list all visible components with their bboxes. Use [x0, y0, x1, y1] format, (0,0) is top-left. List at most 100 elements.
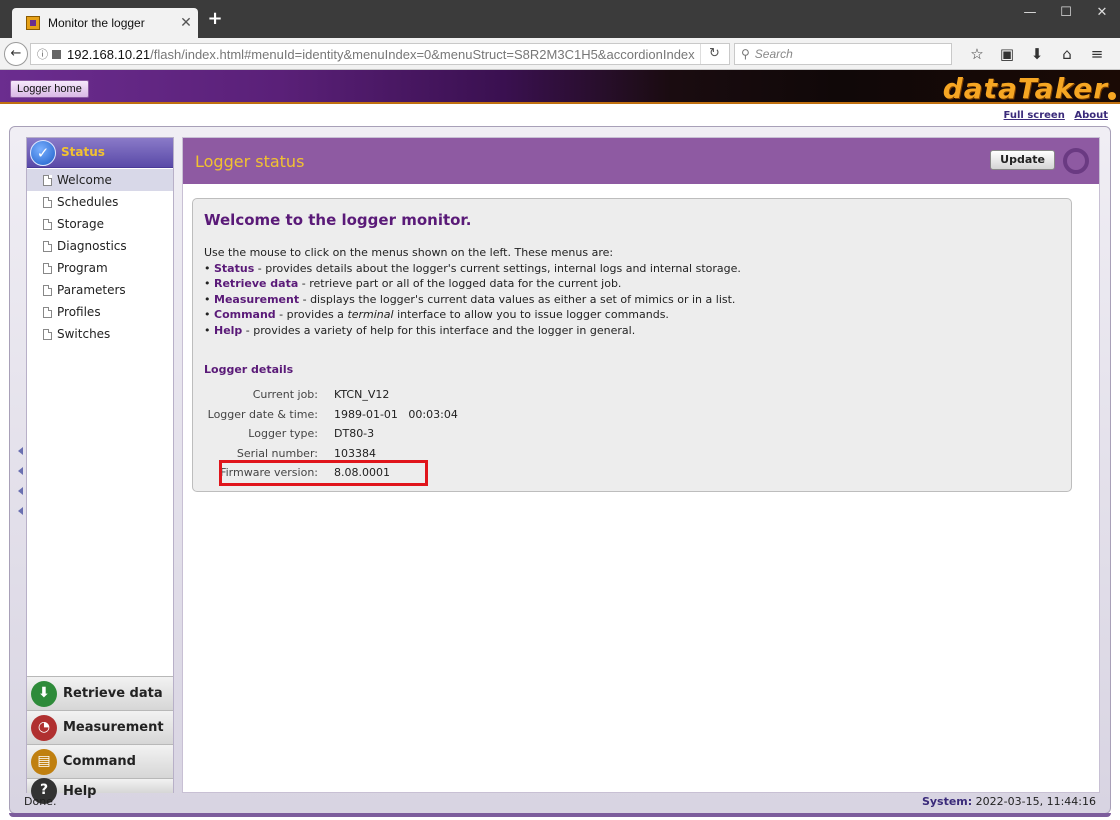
about-link[interactable]: About [1074, 110, 1108, 121]
close-tab-icon[interactable]: ✕ [174, 15, 198, 31]
reload-icon[interactable]: ↻ [700, 44, 728, 64]
menu-description: • Status - provides details about the lo… [204, 261, 741, 275]
browser-tab[interactable]: Monitor the logger ✕ [12, 8, 198, 38]
document-icon [43, 218, 52, 230]
detail-value: 103384 [334, 446, 376, 460]
menu-text: - provides details about the logger's cu… [254, 261, 741, 275]
detail-label: Current job: [252, 388, 318, 402]
sidebar-item-label: Storage [57, 217, 104, 231]
search-input[interactable]: ⚲ Search [734, 43, 952, 65]
activity-indicator-icon [1063, 148, 1089, 174]
close-window-button[interactable]: ✕ [1084, 0, 1120, 28]
back-button[interactable]: ← [4, 42, 28, 66]
collapse-arrow-icon [18, 507, 23, 515]
menu-icon[interactable]: ≡ [1082, 44, 1112, 64]
downloads-icon[interactable]: ⬇ [1022, 44, 1052, 64]
sidebar-item-label: Parameters [57, 283, 126, 297]
bookmark-star-icon[interactable]: ☆ [962, 44, 992, 64]
search-icon: ⚲ [741, 47, 750, 61]
firmware-highlight-box [219, 460, 428, 486]
document-icon [43, 262, 52, 274]
new-tab-button[interactable]: + [206, 10, 224, 28]
menu-text: - provides a variety of help for this in… [242, 323, 636, 337]
document-icon [43, 328, 52, 340]
sidebar-item-label: Welcome [57, 173, 112, 187]
collapse-arrow-icon [18, 487, 23, 495]
minimize-button[interactable]: — [1012, 0, 1048, 28]
checkmark-icon: ✓ [30, 140, 56, 166]
detail-label: Logger type: [248, 427, 318, 441]
accordion-label: Command [63, 754, 136, 769]
intro-text: Use the mouse to click on the menus show… [204, 245, 1064, 339]
status-accordion-header[interactable]: ✓ Status [27, 138, 173, 168]
retrieve-data-accordion[interactable]: ⬇ Retrieve data [27, 676, 173, 710]
welcome-title: Welcome to the logger monitor. [204, 211, 472, 229]
measurement-accordion[interactable]: ◔ Measurement [27, 710, 173, 744]
info-icon[interactable]: ⓘ [37, 46, 48, 62]
sidebar-item-profiles[interactable]: Profiles [27, 301, 173, 323]
menu-emphasis: terminal [347, 308, 394, 322]
menu-text: interface to allow you to issue logger c… [393, 308, 669, 322]
command-accordion[interactable]: ▤ Command [27, 744, 173, 778]
menu-description: • Help - provides a variety of help for … [204, 323, 636, 337]
logger-home-button[interactable]: Logger home [10, 80, 89, 98]
sidebar: ✓ Status Welcome Schedules Storage Diagn… [26, 137, 174, 804]
detail-label: Logger date & time: [207, 407, 318, 421]
menu-text: - provides a [275, 308, 348, 322]
system-time: System: 2022-03-15, 11:44:16 [922, 795, 1096, 808]
update-button[interactable]: Update [990, 150, 1055, 170]
collapse-arrow-icon [18, 447, 23, 455]
sidebar-item-schedules[interactable]: Schedules [27, 191, 173, 213]
document-icon [43, 240, 52, 252]
detail-row-date-time: Logger date & time: 1989-01-01 00:03:04 [204, 405, 458, 425]
logo-mark-icon [1108, 92, 1116, 100]
window-controls: — ☐ ✕ [1012, 0, 1120, 28]
full-screen-link[interactable]: Full screen [1004, 110, 1065, 121]
browser-tab-bar: Monitor the logger ✕ + — ☐ ✕ [0, 0, 1120, 38]
datataker-logo: dataTaker [942, 72, 1108, 105]
page-title: Logger status [195, 152, 305, 171]
tab-title: Monitor the logger [48, 16, 145, 30]
terminal-icon: ▤ [31, 748, 57, 775]
page: Full screen About ✓ Status Welcome Sched… [0, 104, 1120, 820]
help-accordion[interactable]: ? Help [27, 778, 173, 804]
top-links: Full screen About [998, 110, 1108, 121]
address-bar[interactable]: ⓘ 192.168.10.21 /flash/index.html#menuId… [30, 43, 730, 65]
menu-term: Help [214, 323, 243, 337]
sidebar-item-program[interactable]: Program [27, 257, 173, 279]
download-icon: ⬇ [31, 680, 57, 707]
menu-text: - displays the logger's current data val… [299, 292, 736, 306]
datataker-favicon-icon [26, 16, 40, 30]
detail-value: 1989-01-01 00:03:04 [334, 407, 458, 421]
document-icon [43, 306, 52, 318]
detail-row-logger-type: Logger type: DT80-3 [204, 424, 458, 444]
sidebar-item-storage[interactable]: Storage [27, 213, 173, 235]
sidebar-item-label: Switches [57, 327, 111, 341]
sidebar-item-label: Diagnostics [57, 239, 127, 253]
maximize-button[interactable]: ☐ [1048, 0, 1084, 28]
detail-value: DT80-3 [334, 427, 375, 441]
main-panel: Logger status Update Welcome to the logg… [182, 137, 1100, 793]
accordion-label: Retrieve data [63, 686, 163, 701]
sidebar-item-welcome[interactable]: Welcome [27, 169, 173, 191]
status-menu: Welcome Schedules Storage Diagnostics Pr… [27, 169, 173, 345]
sidebar-item-label: Profiles [57, 305, 101, 319]
url-path: /flash/index.html#menuId=identity&menuIn… [150, 46, 695, 62]
home-icon[interactable]: ⌂ [1052, 44, 1082, 64]
detail-row-current-job: Current job: KTCN_V12 [204, 385, 458, 405]
search-placeholder: Search [754, 47, 793, 61]
gauge-icon: ◔ [31, 714, 57, 741]
welcome-panel: Welcome to the logger monitor. Use the m… [192, 198, 1072, 492]
bookmarks-list-icon[interactable]: ▣ [992, 44, 1022, 64]
sidebar-item-diagnostics[interactable]: Diagnostics [27, 235, 173, 257]
menu-description: • Measurement - displays the logger's cu… [204, 292, 736, 306]
system-label: System: [921, 795, 973, 808]
browser-nav-bar: ← ⓘ 192.168.10.21 /flash/index.html#menu… [0, 38, 1120, 70]
collapse-handle[interactable] [18, 447, 26, 527]
intro-line: Use the mouse to click on the menus show… [204, 246, 614, 259]
sidebar-item-label: Schedules [57, 195, 119, 209]
sidebar-item-label: Program [57, 261, 108, 275]
sidebar-item-switches[interactable]: Switches [27, 323, 173, 345]
sidebar-item-parameters[interactable]: Parameters [27, 279, 173, 301]
main-header: Logger status Update [183, 138, 1099, 184]
